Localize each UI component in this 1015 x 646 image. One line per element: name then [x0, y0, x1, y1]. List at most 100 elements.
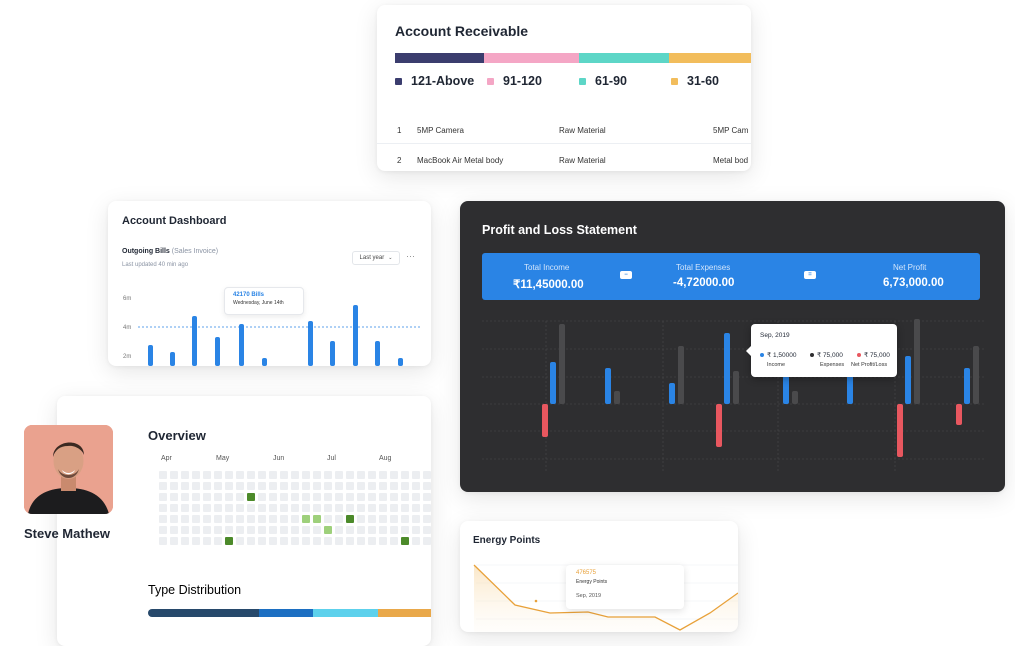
heatmap-cell[interactable] — [170, 471, 178, 479]
heatmap-cell[interactable] — [423, 471, 431, 479]
heatmap-cell[interactable] — [203, 515, 211, 523]
heatmap-cell[interactable] — [379, 482, 387, 490]
heatmap-cell[interactable] — [412, 504, 420, 512]
heatmap-cell[interactable] — [159, 482, 167, 490]
heatmap-cell[interactable] — [302, 493, 310, 501]
heatmap-cell[interactable] — [258, 504, 266, 512]
heatmap-cell[interactable] — [313, 482, 321, 490]
heatmap-cell[interactable] — [269, 526, 277, 534]
heatmap-cell[interactable] — [203, 493, 211, 501]
heatmap-cell[interactable] — [192, 515, 200, 523]
heatmap-cell[interactable] — [280, 537, 288, 545]
heatmap-cell[interactable] — [247, 515, 255, 523]
heatmap-cell[interactable] — [214, 471, 222, 479]
heatmap-cell[interactable] — [390, 515, 398, 523]
heatmap-cell[interactable] — [313, 515, 321, 523]
heatmap-cell[interactable] — [247, 482, 255, 490]
heatmap-cell[interactable] — [280, 471, 288, 479]
heatmap-cell[interactable] — [291, 515, 299, 523]
heatmap-cell[interactable] — [225, 493, 233, 501]
heatmap-cell[interactable] — [423, 493, 431, 501]
heatmap-cell[interactable] — [214, 482, 222, 490]
heatmap-cell[interactable] — [412, 482, 420, 490]
heatmap-cell[interactable] — [313, 471, 321, 479]
heatmap-cell[interactable] — [357, 504, 365, 512]
heatmap-cell[interactable] — [401, 493, 409, 501]
heatmap-cell[interactable] — [236, 493, 244, 501]
heatmap-cell[interactable] — [181, 515, 189, 523]
heatmap-cell[interactable] — [247, 504, 255, 512]
heatmap-cell[interactable] — [291, 504, 299, 512]
heatmap-cell[interactable] — [412, 493, 420, 501]
heatmap-cell[interactable] — [192, 504, 200, 512]
heatmap-cell[interactable] — [280, 504, 288, 512]
heatmap-cell[interactable] — [335, 537, 343, 545]
heatmap-cell[interactable] — [181, 482, 189, 490]
heatmap-cell[interactable] — [269, 515, 277, 523]
heatmap-cell[interactable] — [379, 515, 387, 523]
heatmap-cell[interactable] — [258, 515, 266, 523]
period-select[interactable]: Last year ⌄ — [352, 251, 400, 265]
heatmap-cell[interactable] — [412, 471, 420, 479]
heatmap-cell[interactable] — [346, 493, 354, 501]
heatmap-cell[interactable] — [335, 493, 343, 501]
heatmap-cell[interactable] — [412, 515, 420, 523]
heatmap-cell[interactable] — [225, 515, 233, 523]
heatmap-cell[interactable] — [159, 526, 167, 534]
heatmap-cell[interactable] — [225, 471, 233, 479]
heatmap-cell[interactable] — [357, 471, 365, 479]
heatmap-cell[interactable] — [379, 471, 387, 479]
heatmap-cell[interactable] — [368, 493, 376, 501]
heatmap-cell[interactable] — [313, 537, 321, 545]
heatmap-cell[interactable] — [269, 537, 277, 545]
heatmap-cell[interactable] — [346, 515, 354, 523]
heatmap-cell[interactable] — [324, 482, 332, 490]
heatmap-cell[interactable] — [379, 537, 387, 545]
heatmap-cell[interactable] — [203, 526, 211, 534]
heatmap-cell[interactable] — [357, 482, 365, 490]
heatmap-cell[interactable] — [423, 537, 431, 545]
heatmap-cell[interactable] — [324, 526, 332, 534]
heatmap-cell[interactable] — [203, 504, 211, 512]
heatmap-cell[interactable] — [192, 482, 200, 490]
heatmap-cell[interactable] — [170, 537, 178, 545]
heatmap-cell[interactable] — [203, 537, 211, 545]
heatmap-cell[interactable] — [346, 471, 354, 479]
heatmap-cell[interactable] — [214, 504, 222, 512]
heatmap-cell[interactable] — [357, 515, 365, 523]
heatmap-cell[interactable] — [203, 482, 211, 490]
heatmap-cell[interactable] — [181, 537, 189, 545]
heatmap-cell[interactable] — [159, 493, 167, 501]
heatmap-cell[interactable] — [313, 493, 321, 501]
heatmap-cell[interactable] — [401, 526, 409, 534]
heatmap-cell[interactable] — [302, 515, 310, 523]
heatmap-cell[interactable] — [280, 526, 288, 534]
heatmap-cell[interactable] — [379, 504, 387, 512]
heatmap-cell[interactable] — [390, 471, 398, 479]
heatmap-cell[interactable] — [159, 471, 167, 479]
heatmap-cell[interactable] — [401, 515, 409, 523]
heatmap-cell[interactable] — [170, 482, 178, 490]
heatmap-cell[interactable] — [236, 471, 244, 479]
heatmap-cell[interactable] — [181, 493, 189, 501]
heatmap-cell[interactable] — [324, 493, 332, 501]
heatmap-cell[interactable] — [269, 482, 277, 490]
heatmap-cell[interactable] — [335, 482, 343, 490]
heatmap-cell[interactable] — [280, 493, 288, 501]
heatmap-cell[interactable] — [236, 526, 244, 534]
heatmap-cell[interactable] — [269, 504, 277, 512]
heatmap-cell[interactable] — [291, 482, 299, 490]
heatmap-cell[interactable] — [269, 493, 277, 501]
heatmap-cell[interactable] — [379, 493, 387, 501]
heatmap-cell[interactable] — [159, 537, 167, 545]
heatmap-cell[interactable] — [335, 471, 343, 479]
heatmap-cell[interactable] — [291, 526, 299, 534]
heatmap-cell[interactable] — [236, 504, 244, 512]
heatmap-cell[interactable] — [324, 471, 332, 479]
more-options-icon[interactable]: ··· — [406, 251, 415, 261]
heatmap-cell[interactable] — [423, 504, 431, 512]
heatmap-cell[interactable] — [412, 537, 420, 545]
heatmap-cell[interactable] — [390, 504, 398, 512]
heatmap-cell[interactable] — [170, 504, 178, 512]
heatmap-cell[interactable] — [236, 482, 244, 490]
